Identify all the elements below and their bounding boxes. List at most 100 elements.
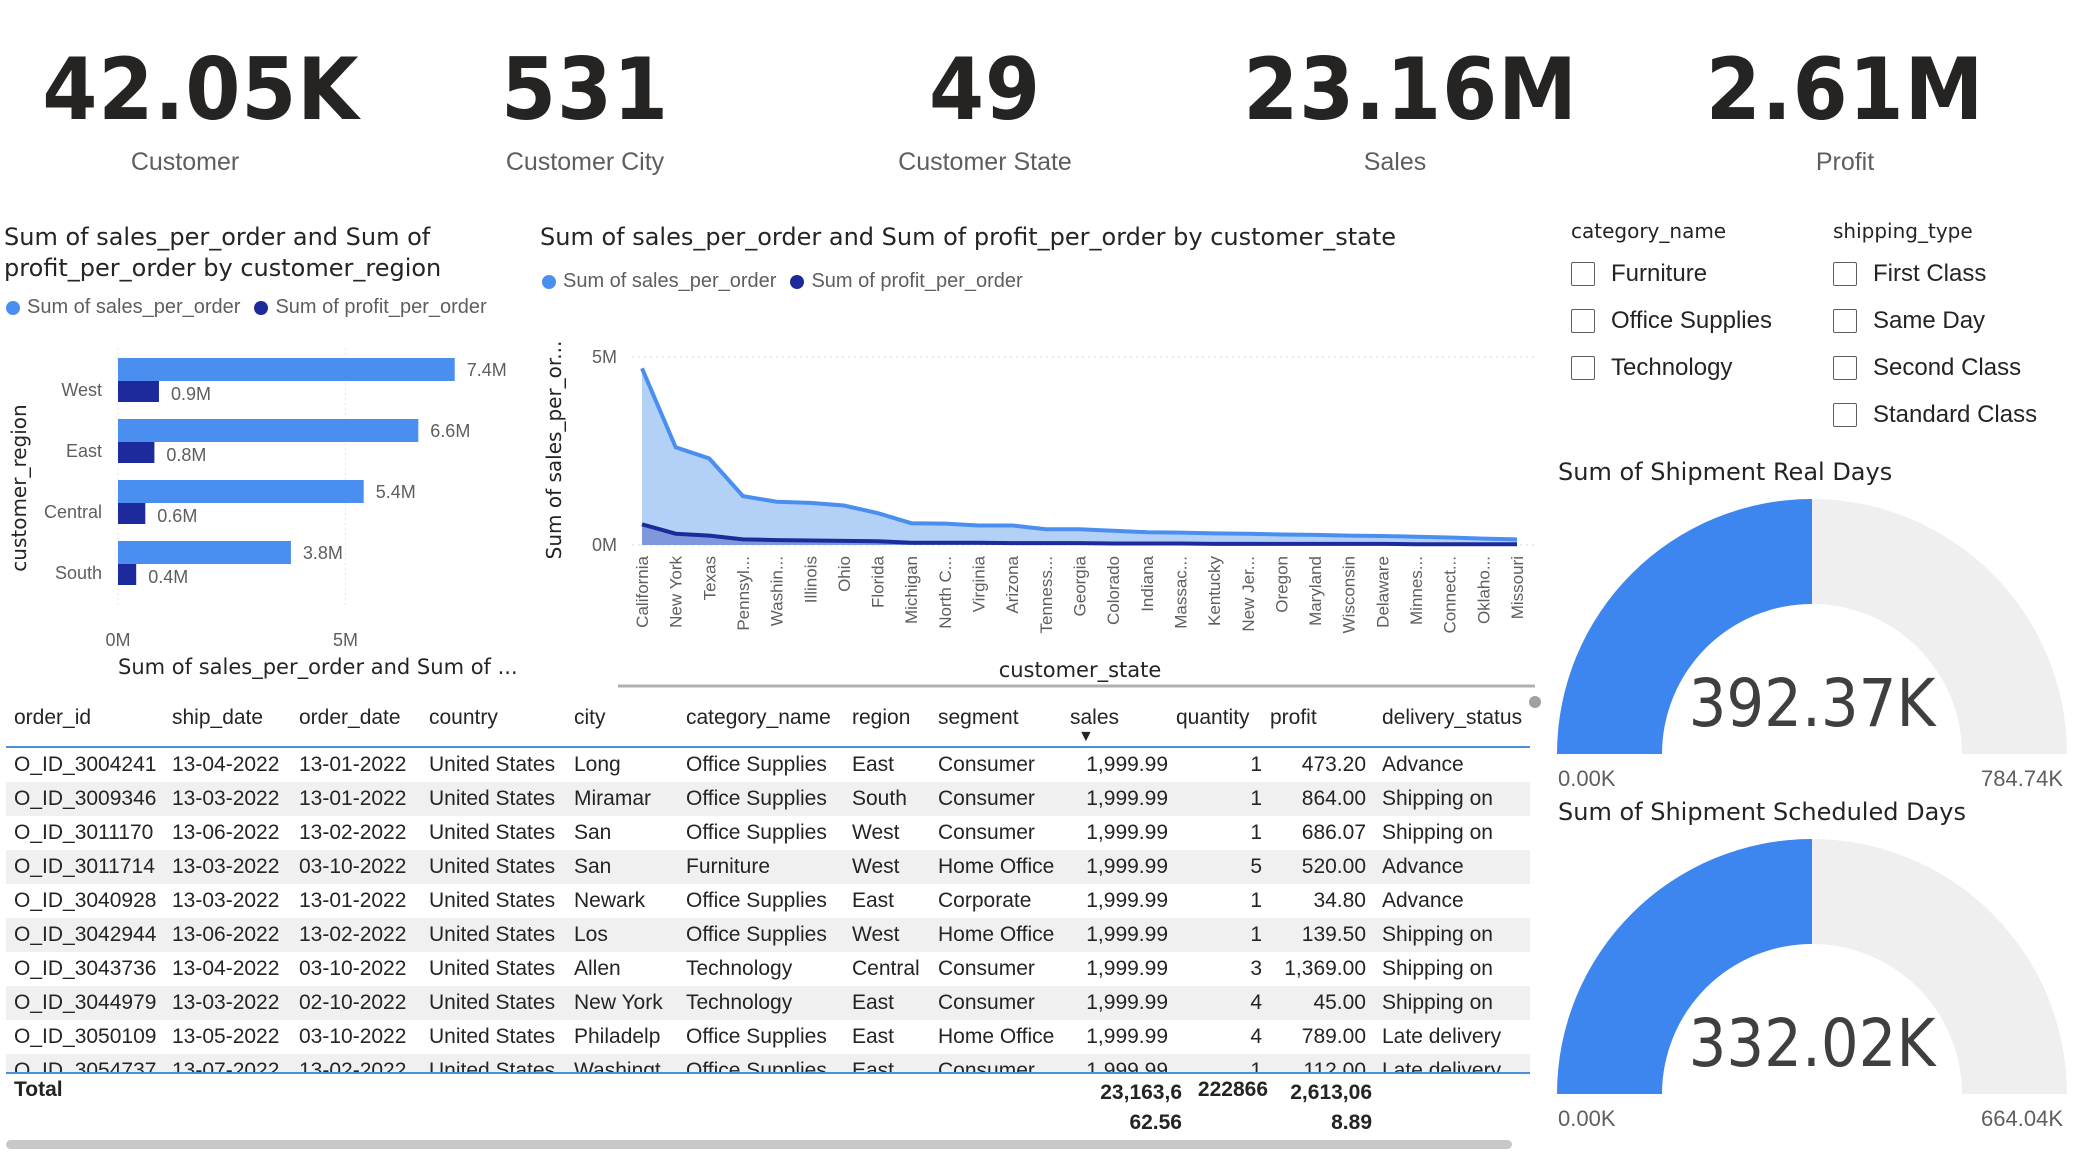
cell-country: United States (429, 787, 556, 810)
kpi-value: 2.61M (1705, 40, 1985, 140)
slicer-item-standard-class[interactable]: Standard Class (1833, 401, 2037, 429)
cell-delivery-status: Shipping on (1382, 991, 1493, 1014)
table-row[interactable]: O_ID_3011714 13-03-2022 03-10-2022 United S… (6, 850, 1530, 884)
cell-country: United States (429, 889, 556, 912)
legend-profit-label[interactable]: Sum of profit_per_order (275, 296, 486, 319)
x-tick-label: Virginia (970, 555, 989, 612)
x-tick-label: Kentucky (1205, 556, 1224, 626)
region-chart-title-line2: profit_per_order by customer_region (4, 254, 442, 282)
slicer-label: Second Class (1873, 354, 2022, 381)
column-header-quantity[interactable]: quantity (1176, 706, 1270, 730)
legend-sales-label[interactable]: Sum of sales_per_order (563, 270, 776, 293)
cell-sales: 1,999.99 (1086, 923, 1168, 946)
cell-sales: 1,999.99 (1086, 889, 1168, 912)
checkbox[interactable] (1833, 356, 1857, 380)
column-header-profit[interactable]: profit (1270, 706, 1374, 730)
slicer-item-furniture[interactable]: Furniture (1571, 260, 1707, 288)
kpi-value: 23.16M (1243, 40, 1578, 140)
checkbox[interactable] (1571, 262, 1595, 286)
cell-order-id: O_ID_3004241 (14, 753, 157, 776)
table-row[interactable]: O_ID_3009346 13-03-2022 13-01-2022 United S… (6, 782, 1530, 816)
state-area-chart[interactable]: 5M 0M California New York Texas Pennsyl... Was… (535, 300, 1535, 690)
slicer-item-second-class[interactable]: Second Class (1833, 354, 2021, 382)
cell-segment: Corporate (938, 889, 1032, 912)
table-scroll-dot[interactable] (1529, 696, 1541, 708)
category-label: West (61, 380, 102, 400)
cell-ship-date: 13-03-2022 (172, 855, 280, 878)
cell-ship-date: 13-03-2022 (172, 787, 280, 810)
cell-order-date: 13-01-2022 (299, 753, 407, 776)
kpi-label: Profit (1815, 148, 1875, 176)
slicer-item-technology[interactable]: Technology (1571, 354, 1732, 382)
checkbox[interactable] (1571, 309, 1595, 333)
gauge-real-value: 392.37K (1688, 665, 1936, 742)
y-axis-title: customer_region (7, 404, 31, 571)
cell-city: Newark (574, 889, 646, 912)
column-header-city[interactable]: city (566, 706, 678, 730)
column-header-segment[interactable]: segment (930, 706, 1070, 730)
data-label-sales: 7.4M (467, 360, 507, 380)
checkbox[interactable] (1833, 403, 1857, 427)
cell-order-date: 13-02-2022 (299, 1059, 407, 1074)
region-bar-chart[interactable]: 0M 5M West 7.4M 0.9M East 6.6M 0.8M Central 5.4M 0… (0, 320, 540, 690)
legend-profit-dot (254, 300, 269, 315)
cell-category-name: Furniture (686, 855, 771, 878)
kpi-customer-state: 49 Customer State (830, 40, 1140, 177)
x-axis-title: customer_state (999, 658, 1162, 683)
x-tick-label: Georgia (1071, 555, 1090, 616)
data-label-profit: 0.9M (171, 384, 211, 404)
legend-sales-label[interactable]: Sum of sales_per_order (27, 296, 240, 319)
legend-profit-label[interactable]: Sum of profit_per_order (811, 270, 1022, 293)
y-tick-label: 5M (592, 347, 617, 367)
cell-category-name: Office Supplies (686, 821, 827, 844)
checkbox[interactable] (1571, 356, 1595, 380)
column-header-country[interactable]: country (421, 706, 566, 730)
cell-region: East (852, 753, 895, 776)
horizontal-scrollbar[interactable] (6, 1140, 1512, 1149)
table-row[interactable]: O_ID_3043736 13-04-2022 03-10-2022 United S… (6, 952, 1530, 986)
table-body[interactable]: O_ID_3004241 13-04-2022 13-01-2022 United S… (6, 748, 1530, 1074)
slicer-item-office-supplies[interactable]: Office Supplies (1571, 307, 1772, 335)
shipping-slicer-title: shipping_type (1833, 219, 1973, 243)
table-row[interactable]: O_ID_3054737 13-07-2022 13-02-2022 United S… (6, 1054, 1530, 1074)
cell-city: Allen (574, 957, 621, 980)
table-row[interactable]: O_ID_3044979 13-03-2022 02-10-2022 United S… (6, 986, 1530, 1020)
sort-descending-icon[interactable]: ▼ (1078, 728, 1094, 746)
table-row[interactable]: O_ID_3040928 13-03-2022 13-01-2022 United S… (6, 884, 1530, 918)
table-row[interactable]: O_ID_3004241 13-04-2022 13-01-2022 United S… (6, 748, 1530, 782)
column-header-delivery-status[interactable]: delivery_status (1374, 706, 1530, 730)
orders-table: order_id ship_date order_date country city ca… (6, 690, 1530, 1134)
cell-category-name: Office Supplies (686, 923, 827, 946)
x-tick-label: Washin... (768, 556, 787, 626)
column-header-region[interactable]: region (844, 706, 930, 730)
bar-profit (118, 503, 146, 524)
column-header-ship-date[interactable]: ship_date (164, 706, 291, 730)
column-header-order-id[interactable]: order_id (6, 706, 164, 730)
checkbox[interactable] (1833, 309, 1857, 333)
kpi-customer: 42.05K Customer (30, 40, 358, 177)
column-header-sales[interactable]: sales (1070, 706, 1176, 730)
cell-country: United States (429, 855, 556, 878)
column-header-order-date[interactable]: order_date (291, 706, 421, 730)
cell-sales: 1,999.99 (1086, 787, 1168, 810)
x-tick-label: Michigan (902, 556, 921, 624)
cell-delivery-status: Shipping on (1382, 821, 1493, 844)
legend-sales-dot (6, 300, 20, 315)
cell-profit: 789.00 (1301, 1025, 1366, 1048)
cell-segment: Consumer (938, 1059, 1035, 1074)
slicer-item-first-class[interactable]: First Class (1833, 260, 1986, 288)
cell-sales: 1,999.99 (1086, 1059, 1168, 1074)
cell-region: East (852, 1059, 895, 1074)
kpi-label: Customer (130, 148, 240, 176)
cell-city: San (574, 855, 612, 878)
total-profit-line2: 8.89 (1331, 1111, 1372, 1134)
cell-delivery-status: Advance (1382, 753, 1464, 776)
table-row[interactable]: O_ID_3011170 13-06-2022 13-02-2022 United S… (6, 816, 1530, 850)
table-row[interactable]: O_ID_3050109 13-05-2022 03-10-2022 United S… (6, 1020, 1530, 1054)
category-label: East (66, 441, 102, 461)
table-row[interactable]: O_ID_3042944 13-06-2022 13-02-2022 United S… (6, 918, 1530, 952)
cell-segment: Consumer (938, 957, 1035, 980)
column-header-category-name[interactable]: category_name (678, 706, 844, 730)
checkbox[interactable] (1833, 262, 1857, 286)
slicer-item-same-day[interactable]: Same Day (1833, 307, 1985, 335)
